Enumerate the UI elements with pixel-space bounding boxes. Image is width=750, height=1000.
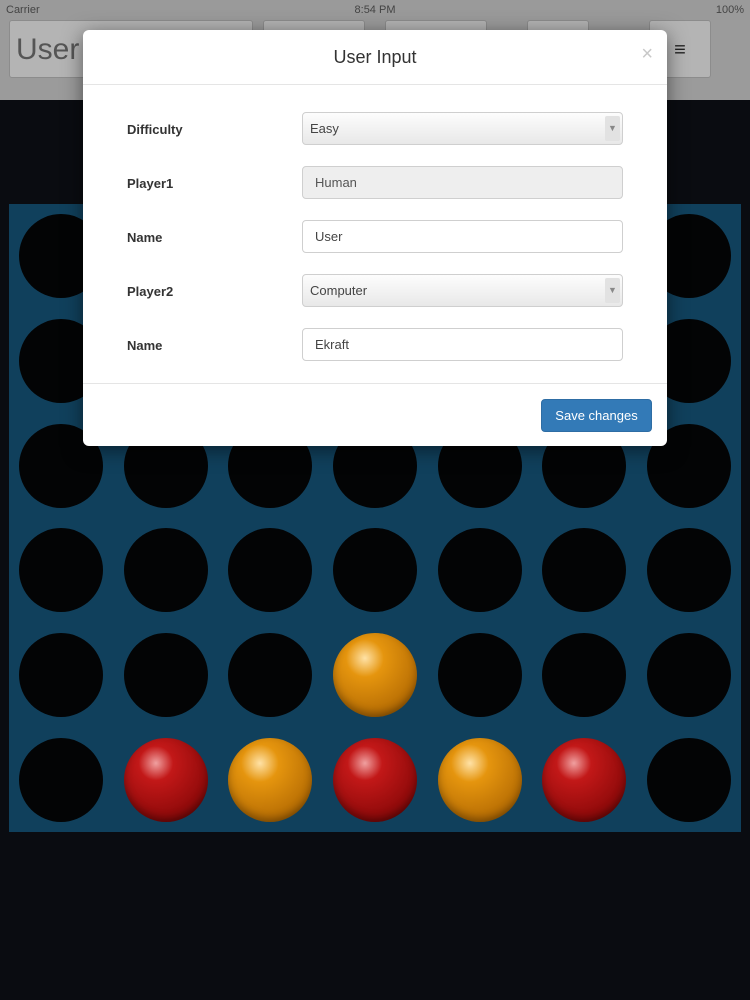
empty-slot <box>19 632 104 717</box>
name2-row: Name Ekraft <box>83 328 667 372</box>
empty-slot <box>123 528 208 613</box>
player1-name-value: User <box>315 229 343 244</box>
player1-field: Human <box>302 166 623 199</box>
board-cell[interactable] <box>9 727 114 832</box>
board-cell[interactable] <box>427 518 532 623</box>
modal-footer: Save changes <box>83 383 667 446</box>
difficulty-select[interactable]: Easy ▼ <box>302 112 623 145</box>
empty-slot <box>332 528 417 613</box>
user-input-modal: User Input × Difficulty Easy ▼ Player1 H… <box>83 30 667 446</box>
chevron-down-icon: ▼ <box>605 278 620 303</box>
menu-icon: ≡ <box>674 39 686 61</box>
empty-slot <box>228 632 313 717</box>
modal-title: User Input <box>333 47 417 67</box>
board-cell[interactable] <box>114 727 219 832</box>
player2-value: Computer <box>310 283 368 298</box>
player2-row: Player2 Computer ▼ <box>83 274 667 318</box>
empty-slot <box>542 528 627 613</box>
player2-name-value: Ekraft <box>315 337 349 352</box>
empty-slot <box>228 528 313 613</box>
board-cell[interactable] <box>636 518 741 623</box>
player2-name-input[interactable]: Ekraft <box>302 328 623 361</box>
board-cell[interactable] <box>636 623 741 728</box>
clock: 8:54 PM <box>354 4 396 16</box>
modal-header: User Input × <box>83 30 667 85</box>
modal-body: Difficulty Easy ▼ Player1 Human Name Use… <box>83 85 667 383</box>
board-cell[interactable] <box>532 623 637 728</box>
board-cell[interactable] <box>427 727 532 832</box>
board-cell[interactable] <box>532 518 637 623</box>
empty-slot <box>646 528 731 613</box>
empty-slot <box>646 632 731 717</box>
red-disc <box>123 737 208 822</box>
name2-label: Name <box>127 338 163 353</box>
board-cell[interactable] <box>114 518 219 623</box>
board-cell[interactable] <box>532 727 637 832</box>
empty-slot <box>437 632 522 717</box>
save-changes-button[interactable]: Save changes <box>541 399 652 432</box>
empty-slot <box>437 528 522 613</box>
difficulty-row: Difficulty Easy ▼ <box>83 112 667 156</box>
yellow-disc <box>332 632 417 717</box>
player1-name-input[interactable]: User <box>302 220 623 253</box>
board-cell[interactable] <box>636 727 741 832</box>
board-cell[interactable] <box>218 518 323 623</box>
yellow-disc <box>437 737 522 822</box>
player2-label: Player2 <box>127 284 174 299</box>
board-cell[interactable] <box>427 623 532 728</box>
empty-slot <box>123 632 208 717</box>
board-cell[interactable] <box>323 727 428 832</box>
red-disc <box>542 737 627 822</box>
chevron-down-icon: ▼ <box>605 116 620 141</box>
board-cell[interactable] <box>9 518 114 623</box>
player1-row: Player1 Human <box>83 166 667 210</box>
empty-slot <box>19 737 104 822</box>
board-cell[interactable] <box>323 623 428 728</box>
player1-label: Player1 <box>127 176 174 191</box>
empty-slot <box>542 632 627 717</box>
name1-label: Name <box>127 230 163 245</box>
name1-row: Name User <box>83 220 667 264</box>
difficulty-value: Easy <box>310 121 339 136</box>
empty-slot <box>19 528 104 613</box>
battery-level: 100% <box>715 4 744 16</box>
board-cell[interactable] <box>218 623 323 728</box>
screen: User ≡ Carrier 8:54 PM 100% User Input ×… <box>0 0 750 1000</box>
yellow-disc <box>228 737 313 822</box>
difficulty-label: Difficulty <box>127 122 183 137</box>
red-disc <box>332 737 417 822</box>
board-cell[interactable] <box>114 623 219 728</box>
close-icon[interactable]: × <box>641 44 653 64</box>
board-cell[interactable] <box>9 623 114 728</box>
board-cell[interactable] <box>218 727 323 832</box>
player1-value: Human <box>315 175 357 190</box>
status-bar: Carrier 8:54 PM 100% <box>0 0 750 20</box>
board-cell[interactable] <box>323 518 428 623</box>
empty-slot <box>646 737 731 822</box>
player2-select[interactable]: Computer ▼ <box>302 274 623 307</box>
